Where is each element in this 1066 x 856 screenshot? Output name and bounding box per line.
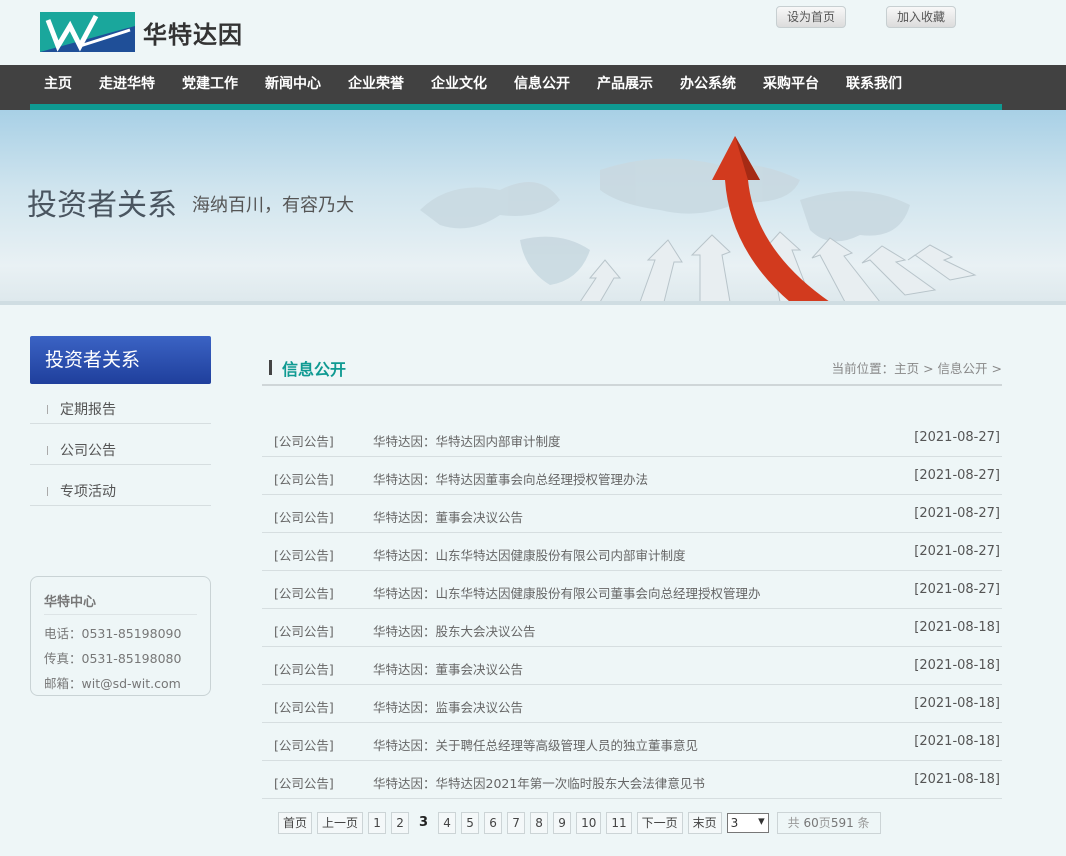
logo-text: 华特达因: [143, 20, 243, 49]
notice-title-link[interactable]: 华特达因：华特达因2021年第一次临时股东大会法律意见书: [373, 773, 705, 792]
list-item[interactable]: [公司公告] 华特达因：关于聘任总经理等高级管理人员的独立董事意见 [2021-08…: [262, 723, 1002, 761]
notice-title-link[interactable]: 华特达因：华特达因内部审计制度: [373, 431, 561, 450]
set-homepage-button[interactable]: 设为首页: [776, 6, 847, 28]
notice-title-link[interactable]: 华特达因：董事会决议公告: [373, 507, 523, 526]
nav-item[interactable]: 企业荣誉: [348, 65, 404, 104]
site-logo[interactable]: 华特达因: [40, 12, 243, 52]
page-number-button[interactable]: 2: [391, 812, 410, 834]
page-number-button[interactable]: 7: [507, 812, 526, 834]
notice-date: [2021-08-18]: [914, 620, 1000, 635]
site-header: 华特达因 设为首页 加入收藏: [0, 0, 1066, 65]
nav-item[interactable]: 采购平台: [763, 65, 819, 104]
notice-date: [2021-08-18]: [914, 734, 1000, 749]
main-nav: 主页 走进华特 党建工作 新闻中心 企业荣誉 企业文化 信息公开 产品展示 办公系统 采购平台 联系…: [0, 65, 1066, 110]
list-item[interactable]: [公司公告] 华特达因：华特达因2021年第一次临时股东大会法律意见书 [2021-…: [262, 761, 1002, 799]
list-item[interactable]: [公司公告] 华特达因：山东华特达因健康股份有限公司董事会向总经理授权管理办 [20…: [262, 571, 1002, 609]
section-header: 信息公开 当前位置：主页 > 信息公开 >: [262, 350, 1002, 386]
nav-item[interactable]: 办公系统: [680, 65, 736, 104]
sidebar-item-label: 定期报告: [60, 402, 116, 418]
nav-item[interactable]: 走进华特: [99, 65, 155, 104]
notice-date: [2021-08-27]: [914, 468, 1000, 483]
list-item[interactable]: [公司公告] 华特达因：董事会决议公告 [2021-08-18]: [262, 647, 1002, 685]
logo-mark-icon: [40, 12, 135, 52]
page-number-button[interactable]: 6: [484, 812, 503, 834]
page-number-button[interactable]: 10: [576, 812, 602, 834]
notice-title-link[interactable]: 华特达因：关于聘任总经理等高级管理人员的独立董事意见: [373, 735, 698, 754]
page-number-button[interactable]: 5: [461, 812, 480, 834]
next-page-button[interactable]: 下一页: [636, 812, 683, 834]
list-item[interactable]: [公司公告] 华特达因：山东华特达因健康股份有限公司内部审计制度 [2021-08-…: [262, 533, 1002, 571]
notice-date: [2021-08-18]: [914, 658, 1000, 673]
page-number-button[interactable]: 9: [553, 812, 572, 834]
sidebar-item-company-notice[interactable]: 公司公告: [30, 437, 211, 465]
sidebar-item-periodic-report[interactable]: 定期报告: [30, 396, 211, 424]
nav-item[interactable]: 主页: [44, 65, 72, 104]
notice-date: [2021-08-18]: [914, 772, 1000, 787]
list-item[interactable]: [公司公告] 华特达因：华特达因董事会向总经理授权管理办法 [2021-08-27]: [262, 457, 1002, 495]
contact-title: 华特中心: [44, 591, 197, 615]
nav-item[interactable]: 联系我们: [846, 65, 902, 104]
nav-item[interactable]: 信息公开: [514, 65, 570, 104]
nav-item[interactable]: 产品展示: [597, 65, 653, 104]
section-marker-icon: [269, 360, 272, 375]
nav-item[interactable]: 党建工作: [182, 65, 238, 104]
notice-title-link[interactable]: 华特达因：华特达因董事会向总经理授权管理办法: [373, 469, 648, 488]
list-item[interactable]: [公司公告] 华特达因：股东大会决议公告 [2021-08-18]: [262, 609, 1002, 647]
notice-date: [2021-08-27]: [914, 582, 1000, 597]
section-title: 信息公开: [282, 360, 347, 379]
banner: 投资者关系 海纳百川，有容乃大: [0, 110, 1066, 305]
notice-category: [公司公告]: [274, 434, 334, 449]
notice-title-link[interactable]: 华特达因：董事会决议公告: [373, 659, 523, 678]
notice-category: [公司公告]: [274, 586, 334, 601]
notice-date: [2021-08-27]: [914, 430, 1000, 445]
contact-phone: 电话：0531-85198090: [44, 626, 182, 641]
notice-title-link[interactable]: 华特达因：股东大会决议公告: [373, 621, 536, 640]
contact-fax: 传真：0531-85198080: [44, 651, 182, 666]
nav-bar: 主页 走进华特 党建工作 新闻中心 企业荣誉 企业文化 信息公开 产品展示 办公系统 采购平台 联系…: [30, 65, 1002, 110]
page-number-button[interactable]: 8: [530, 812, 549, 834]
page-number-button[interactable]: 11: [606, 812, 632, 834]
list-item[interactable]: [公司公告] 华特达因：董事会决议公告 [2021-08-27]: [262, 495, 1002, 533]
list-item[interactable]: [公司公告] 华特达因：监事会决议公告 [2021-08-18]: [262, 685, 1002, 723]
banner-title: 投资者关系: [27, 188, 177, 223]
notice-category: [公司公告]: [274, 548, 334, 563]
notice-date: [2021-08-27]: [914, 544, 1000, 559]
notice-category: [公司公告]: [274, 700, 334, 715]
page-select[interactable]: 3: [726, 813, 769, 833]
sidebar-heading-text: 投资者关系: [45, 349, 141, 371]
first-page-button[interactable]: 首页: [278, 812, 313, 834]
notice-category: [公司公告]: [274, 738, 334, 753]
notice-category: [公司公告]: [274, 776, 334, 791]
notice-date: [2021-08-27]: [914, 506, 1000, 521]
sidebar-item-label: 公司公告: [60, 443, 116, 459]
contact-email[interactable]: 邮箱：wit@sd-wit.com: [44, 671, 197, 696]
nav-item[interactable]: 企业文化: [431, 65, 487, 104]
page-number-button[interactable]: 4: [438, 812, 457, 834]
notice-category: [公司公告]: [274, 662, 334, 677]
notice-title-link[interactable]: 华特达因：监事会决议公告: [373, 697, 523, 716]
notice-category: [公司公告]: [274, 472, 334, 487]
notice-date: [2021-08-18]: [914, 696, 1000, 711]
notice-title-link[interactable]: 华特达因：山东华特达因健康股份有限公司内部审计制度: [373, 545, 686, 564]
add-favorite-button[interactable]: 加入收藏: [886, 6, 957, 28]
banner-subtitle: 海纳百川，有容乃大: [192, 195, 354, 216]
pager-total: 共 60页591 条: [776, 812, 881, 834]
contact-box: 华特中心 电话：0531-85198090 传真：0531-85198080 邮…: [30, 576, 211, 696]
sidebar-item-special-activity[interactable]: 专项活动: [30, 478, 211, 506]
page-number-button[interactable]: 1: [368, 812, 387, 834]
sidebar-item-label: 专项活动: [60, 484, 116, 500]
page-number-button[interactable]: 3: [414, 812, 433, 834]
pagination: 首页上一页1234567891011下一页末页3共 60页591 条: [278, 811, 881, 835]
nav-item[interactable]: 新闻中心: [265, 65, 321, 104]
notice-category: [公司公告]: [274, 624, 334, 639]
list-item[interactable]: [公司公告] 华特达因：华特达因内部审计制度 [2021-08-27]: [262, 419, 1002, 457]
sidebar-heading: 投资者关系: [30, 336, 211, 384]
prev-page-button[interactable]: 上一页: [317, 812, 364, 834]
breadcrumb[interactable]: 当前位置：主页 > 信息公开 >: [832, 358, 1002, 377]
last-page-button[interactable]: 末页: [687, 812, 722, 834]
notice-category: [公司公告]: [274, 510, 334, 525]
notice-title-link[interactable]: 华特达因：山东华特达因健康股份有限公司董事会向总经理授权管理办: [373, 583, 761, 602]
